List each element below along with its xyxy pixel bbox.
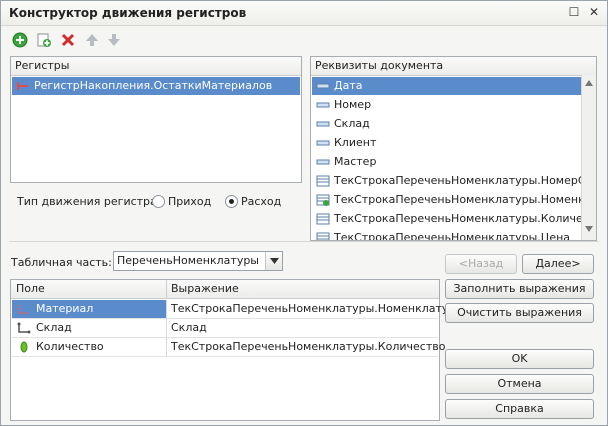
attribute-item[interactable]: Мастер: [312, 153, 581, 171]
register-accumulation-icon: [16, 80, 30, 92]
chevron-down-icon[interactable]: [265, 252, 282, 270]
attribute-label: ТекСтрокаПереченьНоменклатуры.НомерСт...: [334, 174, 581, 187]
table-row[interactable]: Материал ТекСтрокаПереченьНоменклатуры.Н…: [12, 300, 462, 319]
section-divider: [9, 241, 599, 242]
radio-expense-label: Расход: [241, 195, 282, 208]
movement-type-label: Тип движения регистра:: [17, 195, 161, 208]
attribute-item[interactable]: ТекСтрокаПереченьНоменклатуры.НомерСт...: [312, 172, 581, 190]
window-title: Конструктор движения регистров: [9, 6, 247, 20]
table-part-value: ПереченьНоменклатуры: [117, 254, 259, 267]
radio-selected-dot: [229, 199, 234, 204]
scroll-down-icon[interactable]: [584, 223, 594, 236]
attribute-item[interactable]: Клиент: [312, 134, 581, 152]
help-button[interactable]: Справка: [445, 399, 594, 419]
attribute-item[interactable]: ТекСтрокаПереченьНоменклатуры.Цена: [312, 229, 581, 241]
table-attribute-icon: [316, 232, 330, 240]
attribute-item[interactable]: ТекСтрокаПереченьНоменклатуры.Количест..…: [312, 210, 581, 228]
close-button[interactable]: ✕: [587, 5, 601, 19]
dimension-icon: [17, 303, 31, 315]
attribute-label: ТекСтрокаПереченьНоменклатуры.Цена: [334, 231, 571, 241]
attribute-icon: [316, 99, 330, 111]
radio-income-label: Приход: [168, 195, 212, 208]
back-button[interactable]: <Назад: [445, 254, 517, 274]
attribute-item[interactable]: Склад: [312, 115, 581, 133]
field-name: Материал: [36, 302, 94, 315]
fields-grid: Поле Выражение Материал ТекСтрокаПеречен…: [10, 279, 462, 421]
attribute-icon: [316, 137, 330, 149]
table-part-select[interactable]: ПереченьНоменклатуры: [113, 251, 283, 271]
attribute-label: Мастер: [334, 155, 377, 168]
field-expression[interactable]: ТекСтрокаПереченьНоменклатуры.Номенклату…: [166, 300, 462, 318]
fields-grid-header: Поле Выражение: [11, 280, 439, 299]
table-attribute-icon: [316, 175, 330, 187]
register-item[interactable]: РегистрНакопления.ОстаткиМатериалов: [12, 77, 300, 95]
table-row[interactable]: Количество ТекСтрокаПереченьНоменклатуры…: [12, 338, 445, 357]
column-expression: Выражение: [166, 280, 239, 298]
next-button[interactable]: Далее>: [522, 254, 594, 274]
attribute-item[interactable]: ТекСтрокаПереченьНоменклатуры.Номенкл...: [312, 191, 581, 209]
attribute-label: ТекСтрокаПереченьНоменклатуры.Количест..…: [334, 212, 581, 225]
attributes-header: Реквизиты документа: [311, 57, 596, 76]
attribute-icon: [316, 80, 330, 92]
register-item-label: РегистрНакопления.ОстаткиМатериалов: [34, 79, 273, 92]
dialog-window: Конструктор движения регистров ☐ ✕ Регис…: [0, 0, 608, 426]
move-down-icon[interactable]: [105, 31, 123, 49]
cancel-button[interactable]: Отмена: [445, 374, 594, 394]
registers-panel: Регистры РегистрНакопления.ОстаткиМатери…: [10, 56, 302, 183]
registers-header: Регистры: [11, 57, 301, 76]
move-up-icon[interactable]: [83, 31, 101, 49]
attribute-icon: [316, 118, 330, 130]
attribute-item[interactable]: Дата: [312, 77, 581, 95]
copy-add-icon[interactable]: [35, 31, 53, 49]
fill-expressions-button[interactable]: Заполнить выражения: [445, 279, 594, 299]
table-attribute-icon: [316, 213, 330, 225]
resource-icon: [17, 341, 31, 353]
column-field: Поле: [16, 282, 45, 295]
attribute-label: Дата: [334, 79, 363, 92]
dimension-icon: [17, 322, 31, 334]
field-expression[interactable]: Склад: [166, 319, 207, 337]
add-icon[interactable]: [11, 31, 29, 49]
attribute-label: Склад: [334, 117, 370, 130]
field-name: Склад: [36, 321, 72, 334]
attribute-label: Клиент: [334, 136, 377, 149]
attribute-item[interactable]: Номер: [312, 96, 581, 114]
table-row[interactable]: Склад Склад: [12, 319, 438, 338]
attribute-icon: [316, 156, 330, 168]
radio-expense[interactable]: [225, 195, 238, 208]
title-bar: Конструктор движения регистров ☐ ✕: [1, 1, 607, 26]
field-name: Количество: [36, 340, 104, 353]
attributes-scrollbar[interactable]: [581, 75, 596, 240]
attribute-label: Номер: [334, 98, 372, 111]
table-part-label: Табличная часть:: [11, 256, 112, 269]
clear-expressions-button[interactable]: Очистить выражения: [445, 303, 594, 323]
restore-button[interactable]: ☐: [567, 5, 581, 19]
radio-income[interactable]: [152, 195, 165, 208]
ok-button[interactable]: OK: [445, 349, 594, 369]
field-expression[interactable]: ТекСтрокаПереченьНоменклатуры.Количество: [166, 338, 445, 356]
scroll-up-icon[interactable]: [584, 77, 594, 90]
delete-icon[interactable]: [59, 31, 77, 49]
table-attribute-check-icon: [316, 194, 330, 206]
attributes-panel: Реквизиты документа Дата Номер Склад Кли…: [310, 56, 597, 241]
attribute-label: ТекСтрокаПереченьНоменклатуры.Номенкл...: [334, 193, 581, 206]
